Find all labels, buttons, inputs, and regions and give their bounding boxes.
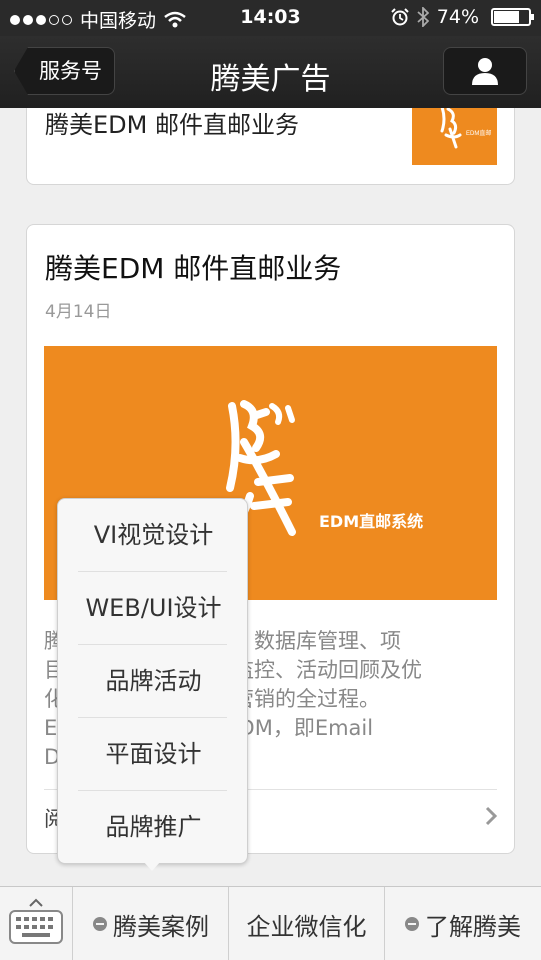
status-bar: 中国移动 14:03 74% [0,0,541,36]
article-date: 4月14日 [45,302,112,322]
tab-label: 企业微信化 [246,912,367,941]
article-title: 腾美EDM 邮件直邮业务 [45,252,342,285]
person-icon [472,58,498,85]
keyboard-toggle-button[interactable] [0,887,73,960]
keyboard-icon [9,898,63,944]
submenu-item-web-ui-design[interactable]: WEB/UI设计 [58,572,249,644]
alarm-icon [391,8,409,26]
submenu-popup: VI视觉设计 WEB/UI设计 品牌活动 平面设计 品牌推广 [57,498,248,864]
brand-logo-icon: EDM直邮 [440,108,491,149]
bluetooth-icon [417,7,429,27]
article-thumbnail: EDM直邮 [412,108,497,165]
chevron-right-icon [485,806,498,826]
tab-label: 了解腾美 [425,912,521,941]
svg-text:EDM直邮: EDM直邮 [466,129,491,137]
submenu-indicator-icon [405,917,419,931]
submenu-item-vi-design[interactable]: VI视觉设计 [58,499,249,571]
status-right: 74% [391,6,534,28]
navigation-bar: 服务号 腾美广告 [0,36,541,108]
tab-label: 腾美案例 [113,912,209,941]
tab-about-tengmei[interactable]: 了解腾美 [385,887,541,960]
article-title: 腾美EDM 邮件直邮业务 [45,111,299,139]
tab-tengmei-cases[interactable]: 腾美案例 [74,887,229,960]
battery-icon [491,8,534,26]
popup-pointer [143,861,161,871]
banner-text: EDM直邮系统 [319,512,424,531]
tab-enterprise-wechat[interactable]: 企业微信化 [229,887,385,960]
battery-percent: 74% [436,6,479,28]
submenu-item-brand-event[interactable]: 品牌活动 [58,645,249,717]
article-card[interactable]: 腾美EDM 邮件直邮业务 EDM直邮 [26,108,515,185]
submenu-item-graphic-design[interactable]: 平面设计 [58,718,249,790]
submenu-indicator-icon [93,917,107,931]
submenu-item-brand-promotion[interactable]: 品牌推广 [58,791,249,863]
bottom-menu-bar: 腾美案例 企业微信化 了解腾美 [0,886,541,960]
profile-button[interactable] [443,47,527,95]
